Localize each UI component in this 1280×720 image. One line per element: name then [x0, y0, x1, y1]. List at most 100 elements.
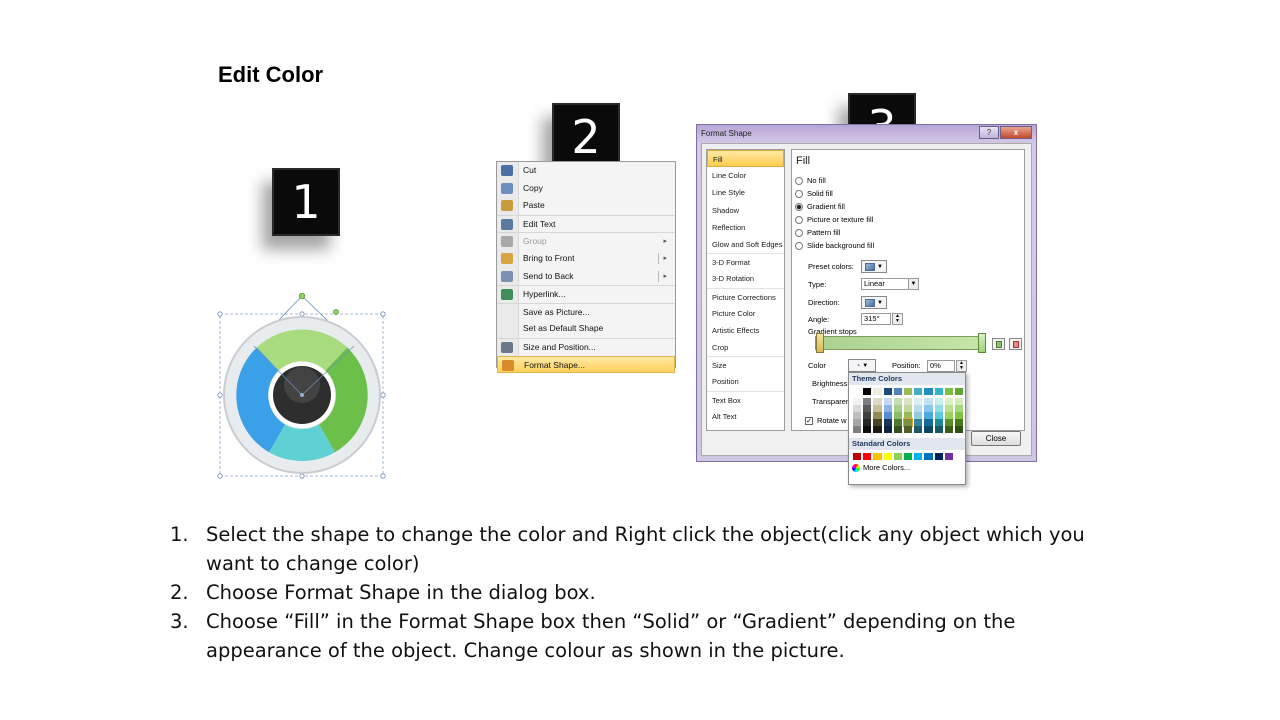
color-swatch[interactable]: [883, 453, 892, 460]
color-swatch[interactable]: [883, 426, 892, 433]
color-swatch[interactable]: [924, 412, 933, 419]
add-stop-button[interactable]: [992, 338, 1005, 350]
color-swatch[interactable]: [893, 419, 902, 426]
close-button[interactable]: Close: [971, 431, 1021, 446]
color-swatch[interactable]: [954, 405, 964, 412]
close-x-button[interactable]: x: [1000, 126, 1032, 139]
menu-item[interactable]: Cut: [497, 162, 675, 180]
color-swatch[interactable]: [954, 398, 964, 405]
color-swatch[interactable]: [863, 388, 872, 395]
color-swatch[interactable]: [914, 398, 923, 405]
color-swatch[interactable]: [883, 412, 892, 419]
color-swatch[interactable]: [903, 453, 913, 460]
color-swatch[interactable]: [883, 419, 892, 426]
color-swatch[interactable]: [944, 388, 953, 395]
color-swatch[interactable]: [944, 398, 953, 405]
color-swatch[interactable]: [924, 398, 933, 405]
color-swatch[interactable]: [863, 398, 872, 405]
nav-item[interactable]: Fill: [707, 150, 784, 168]
color-swatch[interactable]: [944, 453, 953, 460]
radio-button[interactable]: [795, 215, 803, 224]
color-swatch[interactable]: [893, 426, 902, 433]
color-swatch[interactable]: [944, 426, 953, 433]
color-swatch[interactable]: [924, 405, 933, 412]
color-swatch[interactable]: [924, 419, 933, 426]
color-swatch[interactable]: [853, 426, 862, 433]
color-swatch[interactable]: [944, 412, 953, 419]
color-swatch[interactable]: [934, 426, 943, 433]
direction-button[interactable]: ▼: [861, 296, 887, 309]
fill-option[interactable]: No fill: [795, 176, 826, 185]
color-swatch[interactable]: [863, 419, 872, 426]
nav-item[interactable]: Glow and Soft Edges: [707, 236, 784, 253]
color-swatch[interactable]: [914, 388, 923, 395]
position-input[interactable]: 0%: [927, 359, 955, 372]
color-swatch[interactable]: [914, 419, 923, 426]
color-swatch[interactable]: [893, 388, 902, 395]
menu-item[interactable]: Save as Picture...: [497, 302, 675, 321]
color-swatch[interactable]: [924, 426, 933, 433]
paint-bucket-button[interactable]: ◔ ▼: [848, 359, 876, 372]
color-swatch[interactable]: [883, 388, 892, 395]
nav-item[interactable]: Line Style: [707, 184, 784, 201]
color-swatch[interactable]: [934, 405, 943, 412]
color-swatch[interactable]: [873, 419, 882, 426]
color-swatch[interactable]: [903, 412, 913, 419]
radio-button[interactable]: [795, 176, 803, 185]
menu-item[interactable]: Send to Back ▸: [497, 268, 675, 286]
radio-button[interactable]: [795, 228, 803, 237]
color-swatch[interactable]: [893, 412, 902, 419]
color-swatch[interactable]: [853, 453, 862, 460]
color-swatch[interactable]: [893, 453, 902, 460]
menu-item[interactable]: Hyperlink...: [497, 285, 675, 303]
color-swatch[interactable]: [954, 412, 964, 419]
color-swatch[interactable]: [873, 412, 882, 419]
nav-item[interactable]: Crop: [707, 339, 784, 356]
color-swatch[interactable]: [934, 388, 943, 395]
nav-item[interactable]: Picture Color: [707, 305, 784, 322]
nav-item[interactable]: Size: [707, 356, 784, 373]
color-swatch[interactable]: [924, 453, 933, 460]
color-swatch[interactable]: [873, 405, 882, 412]
selected-ring-shape[interactable]: [214, 290, 392, 484]
color-swatch[interactable]: [863, 405, 872, 412]
color-swatch[interactable]: [873, 426, 882, 433]
nav-item[interactable]: 3-D Format: [707, 253, 784, 270]
menu-item[interactable]: Size and Position...: [497, 337, 675, 356]
gradient-stops-bar[interactable]: [815, 336, 983, 350]
color-swatch[interactable]: [853, 388, 862, 395]
color-swatch[interactable]: [873, 388, 882, 395]
rotate-checkbox[interactable]: ✓: [805, 416, 813, 425]
fill-option[interactable]: Pattern fill: [795, 228, 840, 237]
angle-spinner[interactable]: ▲ ▼: [892, 313, 903, 325]
nav-item[interactable]: Shadow: [707, 202, 784, 219]
color-swatch[interactable]: [863, 453, 872, 460]
menu-item[interactable]: Edit Text: [497, 214, 675, 233]
color-swatch[interactable]: [914, 426, 923, 433]
color-swatch[interactable]: [934, 453, 943, 460]
color-swatch[interactable]: [853, 419, 862, 426]
remove-stop-button[interactable]: [1009, 338, 1022, 350]
more-colors-option[interactable]: More Colors...: [849, 463, 965, 472]
nav-item[interactable]: Line Color: [707, 167, 784, 184]
color-swatch[interactable]: [883, 398, 892, 405]
color-swatch[interactable]: [914, 412, 923, 419]
menu-item[interactable]: Paste: [497, 197, 675, 215]
nav-item[interactable]: Reflection: [707, 219, 784, 236]
position-spinner[interactable]: ▲ ▼: [956, 359, 967, 372]
radio-button[interactable]: [795, 189, 803, 198]
radio-button[interactable]: [795, 241, 803, 250]
color-swatch[interactable]: [954, 426, 964, 433]
fill-option[interactable]: Gradient fill: [795, 202, 845, 211]
nav-item[interactable]: Picture Corrections: [707, 287, 784, 305]
color-swatch[interactable]: [853, 405, 862, 412]
color-swatch[interactable]: [903, 405, 913, 412]
preset-colors-button[interactable]: ▼: [861, 260, 887, 273]
nav-item[interactable]: 3-D Rotation: [707, 270, 784, 287]
menu-item[interactable]: Format Shape...: [497, 355, 675, 374]
color-swatch[interactable]: [954, 388, 964, 395]
color-swatch[interactable]: [863, 412, 872, 419]
nav-item[interactable]: Text Box: [707, 390, 784, 408]
nav-item[interactable]: Alt Text: [707, 408, 784, 425]
nav-item[interactable]: Position: [707, 373, 784, 390]
